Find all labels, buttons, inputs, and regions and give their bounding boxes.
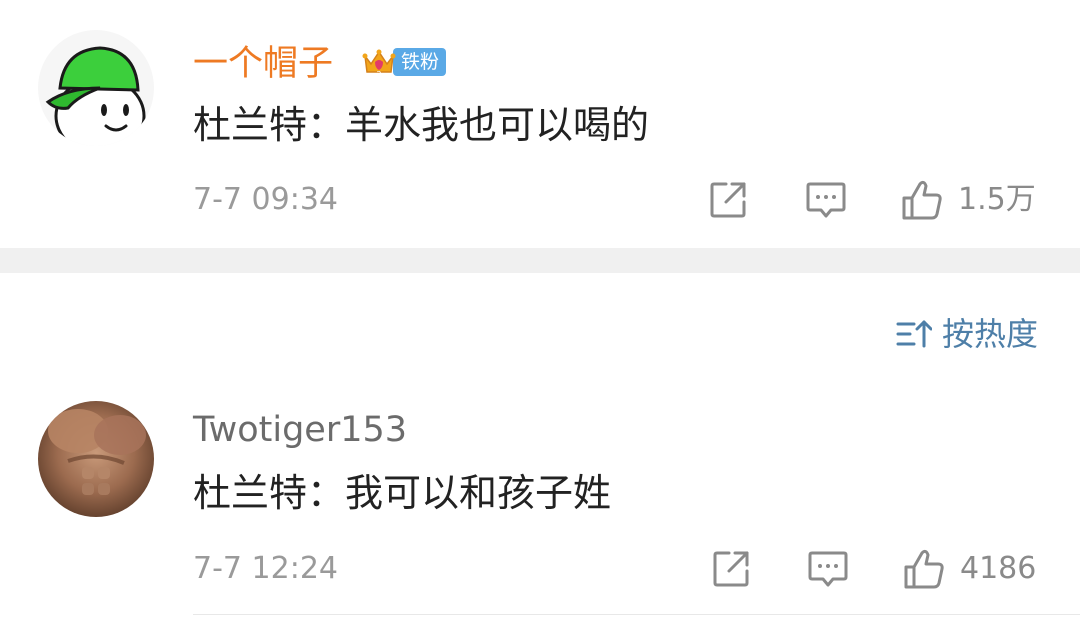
share-icon [713,551,749,587]
comment-icon [808,551,848,587]
comment-text: 杜兰特：羊水我也可以喝的 [193,103,650,147]
muscle-photo-avatar-icon [38,401,154,517]
share-button[interactable] [708,180,748,220]
reply-button[interactable] [807,549,849,589]
section-divider [0,248,1080,273]
thumbs-up-icon [904,549,944,589]
badge-label: 铁粉 [393,48,447,76]
username[interactable]: 一个帽子 [193,44,333,84]
thumbs-up-icon [902,180,942,220]
avatar[interactable] [38,30,154,146]
divider [193,614,1080,615]
comment-text: 杜兰特：我可以和孩子姓 [193,471,612,515]
like-count: 1.5万 [958,182,1036,217]
comment-list: 一个帽子 2 铁粉 杜兰特：羊水我也可以喝的 7-7 09:34 1.5万 按热… [0,0,1080,629]
username[interactable]: Twotiger153 [193,410,407,450]
timestamp: 7-7 09:34 [193,182,338,217]
sort-label: 按热度 [941,315,1038,353]
crown-level-2-icon: 2 [362,49,396,79]
svg-text:2: 2 [376,70,381,79]
like-count: 4186 [960,551,1037,586]
share-button[interactable] [711,549,751,589]
comment-icon [806,182,846,218]
avatar[interactable] [38,401,154,517]
sort-by-hot-button[interactable]: 按热度 [896,314,1038,354]
like-button[interactable]: 4186 [902,547,1036,591]
timestamp: 7-7 12:24 [193,551,338,586]
green-cap-avatar-icon [38,30,154,146]
reply-button[interactable] [805,180,847,220]
sort-icon [896,320,932,348]
fan-badge[interactable]: 2 铁粉 [361,47,447,79]
share-icon [710,182,746,218]
like-button[interactable]: 1.5万 [900,178,1036,222]
